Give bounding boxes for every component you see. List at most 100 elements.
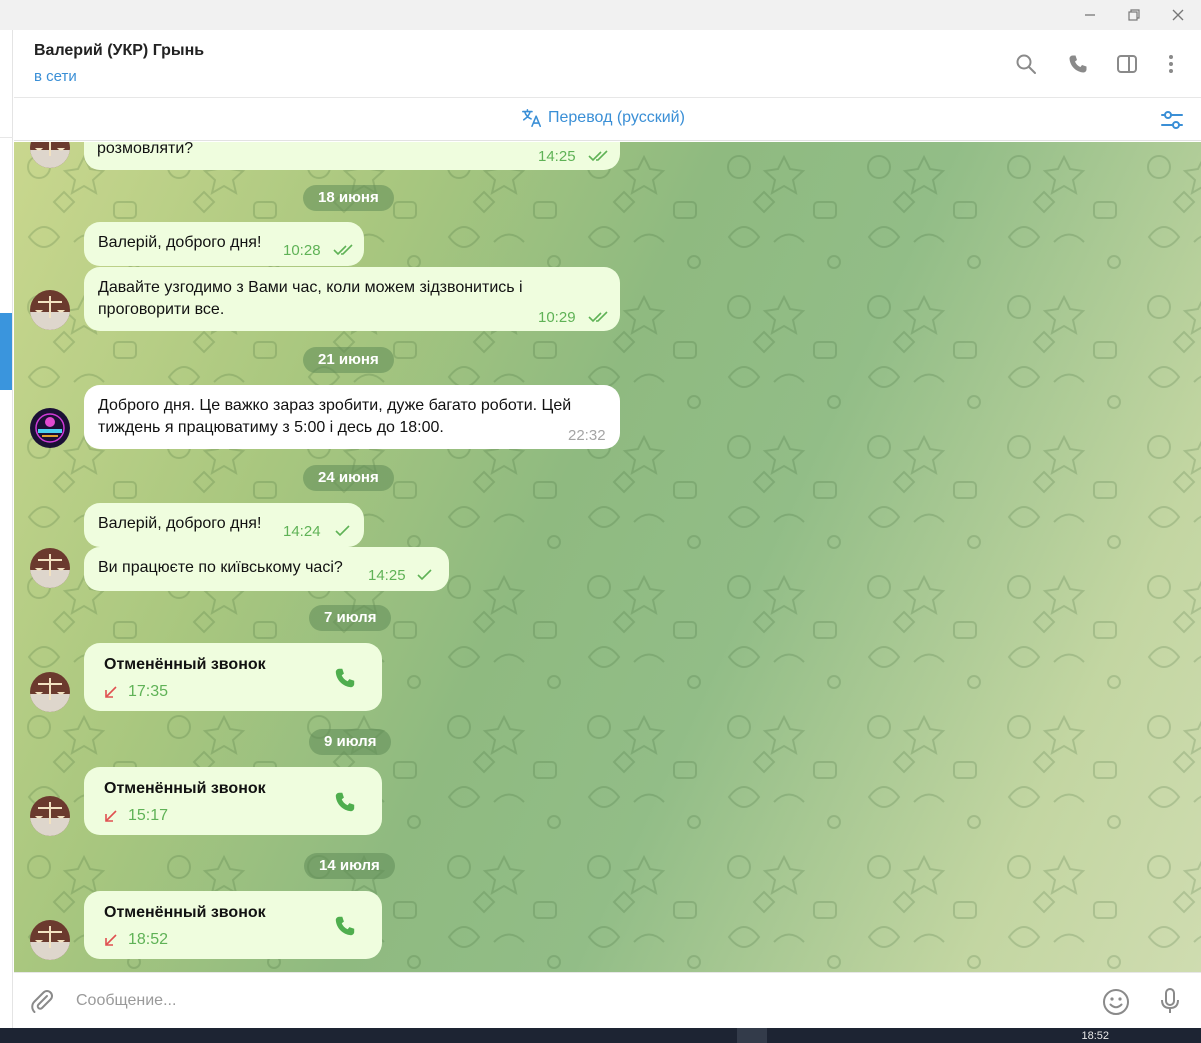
avatar[interactable] (30, 548, 70, 588)
message-text: Валерій, доброго дня! (98, 234, 262, 251)
date-separator: 24 июня (303, 465, 394, 491)
message-time: 22:32 (568, 427, 606, 444)
missed-call-arrow-icon (105, 934, 117, 946)
neon-avatar-icon (30, 408, 70, 448)
double-check-icon (588, 150, 608, 162)
call-time: 17:35 (128, 683, 169, 700)
window-titlebar (0, 0, 1201, 30)
missed-call-arrow-icon (105, 686, 117, 698)
more-vertical-icon (1169, 55, 1173, 73)
divider (0, 137, 13, 138)
call-back-button[interactable] (332, 789, 358, 815)
restore-icon (1128, 9, 1140, 21)
date-separator: 18 июня (303, 185, 394, 211)
message-time: 10:29 (538, 309, 576, 326)
call-info: 15:17 (104, 805, 168, 827)
message-time: 14:25 (538, 148, 576, 165)
message-bubble[interactable]: Давайте узгодимо з Вами час, коли можем … (84, 267, 620, 331)
message-line: тиждень я працюватиму з 5:00 і десь до 1… (98, 419, 444, 436)
scales-avatar-icon (30, 672, 70, 712)
phone-icon (335, 792, 355, 812)
scales-avatar-icon (30, 796, 70, 836)
message-bubble[interactable]: Ви працюєте по київському часі? 14:25 (84, 547, 449, 591)
call-time: 18:52 (128, 931, 169, 948)
chat-header: Валерий (УКР) Грынь в сети (14, 30, 1201, 98)
message-bubble[interactable]: Доброго дня. Це важко зараз зробити, дуж… (84, 385, 620, 449)
translate-label: Перевод (русский) (548, 109, 685, 126)
date-separator: 21 июня (303, 347, 394, 373)
phone-icon (1069, 55, 1087, 73)
call-bubble[interactable]: Отменённый звонок 18:52 (84, 891, 382, 959)
minimize-button[interactable] (1068, 0, 1112, 30)
close-icon (1172, 9, 1184, 21)
translate-settings-button[interactable] (1159, 107, 1185, 133)
more-button[interactable] (1157, 50, 1185, 78)
message-list[interactable]: розмовляти? 14:25 18 июня Валерій, добро… (14, 142, 1201, 972)
message-line: Доброго дня. Це важко зараз зробити, дуж… (98, 397, 572, 414)
filter-settings-icon (1161, 111, 1183, 129)
translate-icon (522, 108, 542, 128)
sidebar-toggle-icon (1117, 55, 1137, 73)
double-check-icon (588, 311, 608, 323)
phone-icon (335, 668, 355, 688)
voice-message-button[interactable] (1155, 986, 1185, 1016)
message-time: 10:28 (283, 242, 321, 259)
call-title: Отменённый звонок (104, 780, 266, 797)
avatar[interactable] (30, 290, 70, 330)
avatar[interactable] (30, 672, 70, 712)
message-bubble[interactable]: розмовляти? 14:25 (84, 142, 620, 170)
message-text: розмовляти? (97, 142, 194, 157)
call-bubble[interactable]: Отменённый звонок 15:17 (84, 767, 382, 835)
translate-button[interactable]: Перевод (русский) (521, 107, 685, 129)
paperclip-icon (31, 990, 53, 1013)
check-icon (335, 525, 350, 537)
minimize-icon (1085, 14, 1095, 16)
os-taskbar: 18:52 (0, 1028, 1201, 1043)
message-text: Ви працюєте по київському часі? (98, 559, 343, 576)
date-separator: 9 июля (309, 729, 392, 755)
message-text: Доброго дня. Це важко зараз зробити, дуж… (98, 395, 571, 439)
message-bubble[interactable]: Валерій, доброго дня! 10:28 (84, 222, 364, 266)
emoji-button[interactable] (1101, 987, 1131, 1017)
taskbar-app-button[interactable] (737, 1028, 767, 1043)
chat-title[interactable]: Валерий (УКР) Грынь (34, 42, 204, 60)
message-bubble[interactable]: Валерій, доброго дня! 14:24 (84, 503, 364, 547)
message-line: Давайте узгодимо з Вами час, коли можем … (98, 279, 523, 296)
avatar[interactable] (30, 408, 70, 448)
check-icon (417, 569, 432, 581)
microphone-icon (1161, 988, 1179, 1013)
message-time: 14:24 (283, 523, 321, 540)
avatar[interactable] (30, 796, 70, 836)
call-back-button[interactable] (332, 665, 358, 691)
message-text: Валерій, доброго дня! (98, 515, 262, 532)
selected-chat-indicator (0, 313, 12, 390)
restore-button[interactable] (1112, 0, 1156, 30)
search-icon (1016, 54, 1036, 74)
call-bubble[interactable]: Отменённый звонок 17:35 (84, 643, 382, 711)
call-info: 17:35 (104, 681, 168, 703)
translate-bar: Перевод (русский) (14, 98, 1201, 141)
scales-avatar-icon (30, 290, 70, 330)
scales-avatar-icon (30, 920, 70, 960)
attach-button[interactable] (28, 987, 56, 1015)
taskbar-clock: 18:52 (1081, 1030, 1109, 1042)
missed-call-arrow-icon (105, 810, 117, 822)
call-back-button[interactable] (332, 913, 358, 939)
call-title: Отменённый звонок (104, 904, 266, 921)
call-time: 15:17 (128, 807, 169, 824)
close-button[interactable] (1156, 0, 1200, 30)
search-button[interactable] (1012, 50, 1040, 78)
chat-list-edge[interactable] (0, 30, 13, 1028)
message-text: Давайте узгодимо з Вами час, коли можем … (98, 277, 523, 321)
emoji-icon (1103, 989, 1129, 1015)
message-input[interactable] (76, 988, 976, 1014)
message-time: 14:25 (368, 567, 406, 584)
message-line: проговорити все. (98, 301, 225, 318)
online-status: в сети (34, 68, 77, 85)
avatar[interactable] (30, 920, 70, 960)
double-check-icon (333, 244, 353, 256)
message-composer (14, 972, 1201, 1028)
call-info: 18:52 (104, 929, 168, 951)
call-button[interactable] (1064, 50, 1092, 78)
sidebar-toggle-button[interactable] (1113, 50, 1141, 78)
